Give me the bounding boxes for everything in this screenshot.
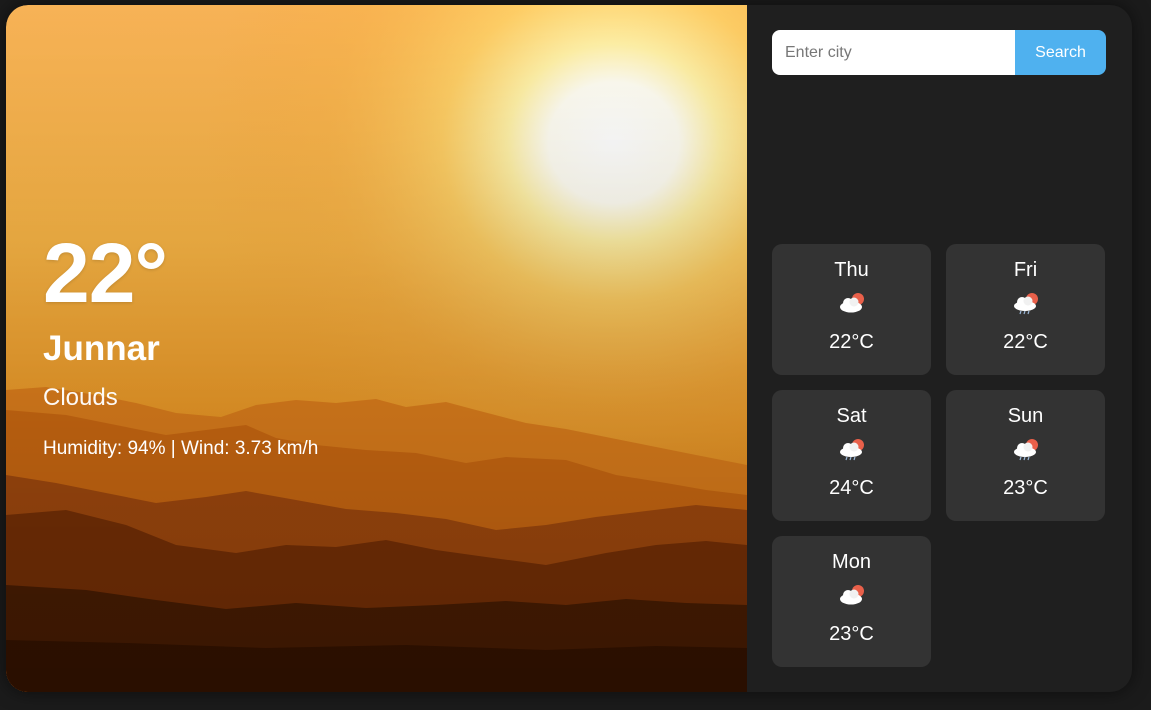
cloud-sun-rain-icon: [839, 439, 864, 461]
current-weather-info: 22° Junnar Clouds Humidity: 94% | Wind: …: [43, 231, 318, 458]
current-weather-panel: 22° Junnar Clouds Humidity: 94% | Wind: …: [6, 5, 747, 692]
city-search-input[interactable]: [772, 30, 1015, 75]
cloud-sun-rain-icon: [1013, 293, 1038, 315]
city-name: Junnar: [43, 329, 160, 368]
forecast-card: Mon 23°C: [772, 536, 931, 667]
weather-app: 22° Junnar Clouds Humidity: 94% | Wind: …: [6, 5, 1132, 692]
forecast-card: Fri 22°C: [946, 244, 1105, 375]
side-panel: Search Thu 22°C Fri: [772, 30, 1106, 670]
current-temperature: 22°: [43, 226, 168, 320]
forecast-card: Thu 22°C: [772, 244, 931, 375]
forecast-temperature: 24°C: [829, 477, 874, 499]
forecast-card: Sat 24°C: [772, 390, 931, 521]
forecast-day: Fri: [1013, 259, 1038, 281]
humidity-wind-details: Humidity: 94% | Wind: 3.73 km/h: [43, 438, 319, 459]
forecast-temperature: 23°C: [1003, 477, 1048, 499]
cloud-sun-icon: [839, 293, 864, 313]
forecast-day: Sat: [836, 405, 867, 427]
forecast-grid: Thu 22°C Fri 22°C Sat 24°C Sun 23°C Mon …: [772, 244, 1105, 667]
forecast-temperature: 23°C: [829, 623, 874, 645]
weather-condition: Clouds: [43, 384, 118, 411]
forecast-card: Sun 23°C: [946, 390, 1105, 521]
forecast-temperature: 22°C: [1003, 331, 1048, 353]
forecast-day: Mon: [832, 551, 871, 573]
search-bar: Search: [772, 30, 1106, 75]
forecast-temperature: 22°C: [829, 331, 874, 353]
search-button[interactable]: Search: [1015, 30, 1106, 75]
forecast-day: Thu: [834, 259, 869, 281]
cloud-sun-rain-icon: [1013, 439, 1038, 461]
forecast-day: Sun: [1007, 405, 1044, 427]
cloud-sun-icon: [839, 585, 864, 605]
